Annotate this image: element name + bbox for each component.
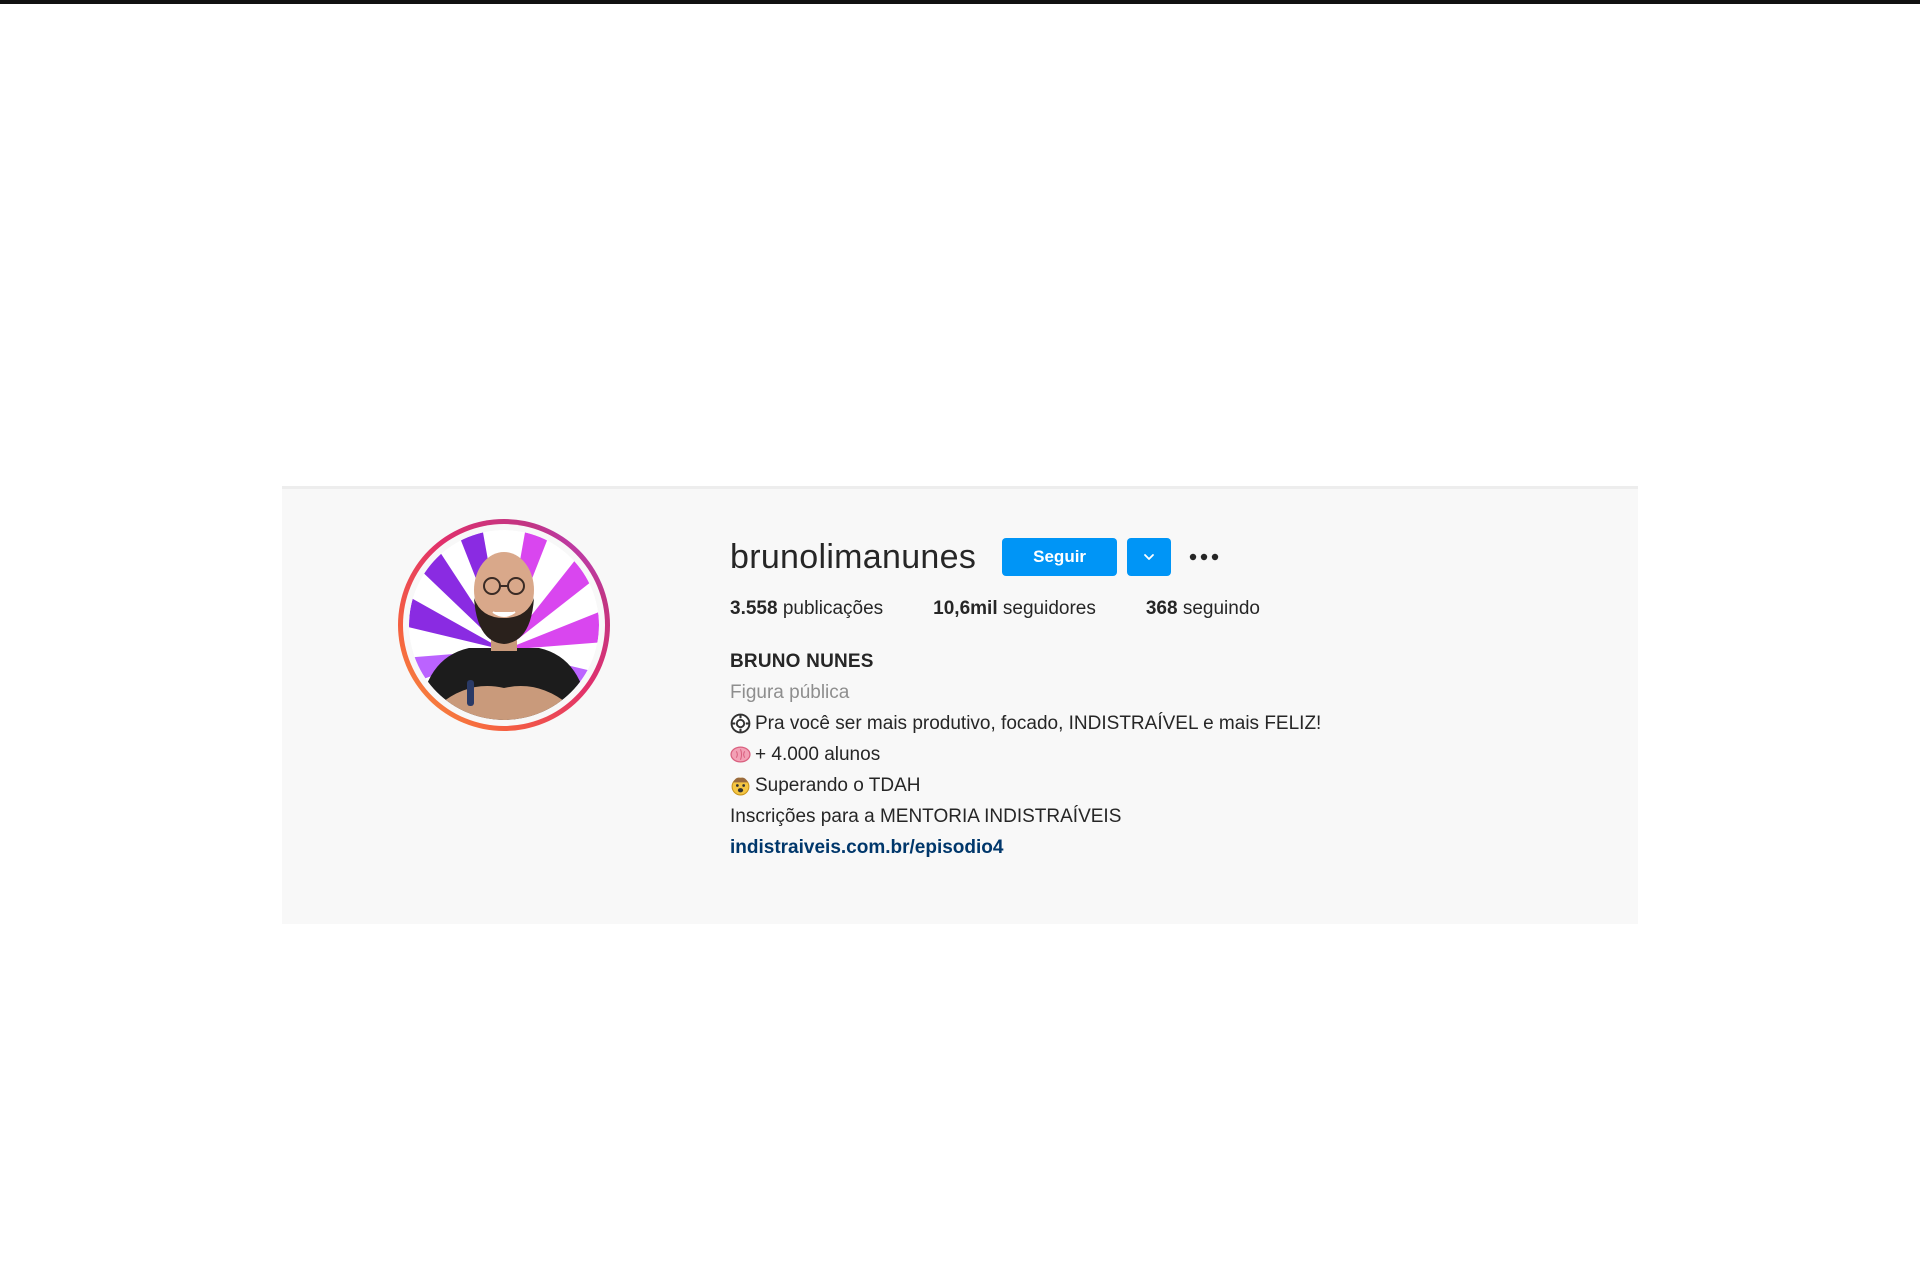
followers-count: 10,6mil — [933, 598, 998, 619]
brain-icon — [730, 746, 751, 763]
avatar-gap — [403, 524, 605, 726]
profile-stats: 3.558 publicações 10,6mil seguidores 368… — [730, 598, 1530, 620]
mind-blown-icon — [731, 777, 750, 796]
followers-stat[interactable]: 10,6mil seguidores — [933, 598, 1096, 620]
following-stat[interactable]: 368 seguindo — [1146, 598, 1260, 620]
bio-text-1: Pra você ser mais produtivo, focado, IND… — [755, 713, 1322, 734]
bio-line-1: Pra você ser mais produtivo, focado, IND… — [730, 708, 1530, 739]
bio-text-2: + 4.000 alunos — [755, 744, 881, 765]
following-label: seguindo — [1182, 598, 1260, 619]
category-label: Figura pública — [730, 682, 850, 703]
bio-line-3: Superando o TDAH — [730, 770, 1530, 801]
profile-info: brunolimanunes Seguir 3.558 publicações … — [730, 535, 1530, 863]
page: brunolimanunes Seguir 3.558 publicações … — [0, 0, 1920, 1280]
username: brunolimanunes — [730, 537, 977, 576]
follow-button[interactable]: Seguir — [1002, 538, 1118, 576]
profile-header-row: brunolimanunes Seguir — [730, 535, 1530, 579]
top-border — [0, 0, 1920, 4]
more-options-button[interactable] — [1187, 538, 1221, 576]
bio-link-line: indistraiveis.com.br/episodio4 — [730, 832, 1530, 863]
bio-text-4: Inscrições para a MENTORIA INDISTRAÍVEIS — [730, 806, 1122, 827]
following-count: 368 — [1145, 598, 1178, 619]
story-ring[interactable] — [398, 519, 610, 731]
full-name: BRUNO NUNES — [730, 651, 874, 672]
chevron-down-icon — [1144, 554, 1154, 560]
gear-icon — [730, 713, 751, 734]
posts-stat[interactable]: 3.558 publicações — [730, 598, 883, 620]
bio-link[interactable]: indistraiveis.com.br/episodio4 — [730, 832, 1003, 863]
posts-count: 3.558 — [730, 598, 778, 619]
profile-bio: BRUNO NUNES Figura pública Pra você ser — [730, 646, 1530, 863]
posts-label: publicações — [782, 598, 884, 619]
profile-photo[interactable] — [409, 530, 599, 720]
followers-label: seguidores — [1002, 598, 1096, 619]
suggested-accounts-button[interactable] — [1127, 538, 1172, 576]
bio-line-4: Inscrições para a MENTORIA INDISTRAÍVEIS — [730, 801, 1530, 832]
bio-line-2: + 4.000 alunos — [730, 739, 1530, 770]
more-options-icon — [1189, 553, 1219, 561]
profile-header-card: brunolimanunes Seguir 3.558 publicações … — [282, 486, 1638, 924]
bio-text-3: Superando o TDAH — [755, 775, 921, 796]
